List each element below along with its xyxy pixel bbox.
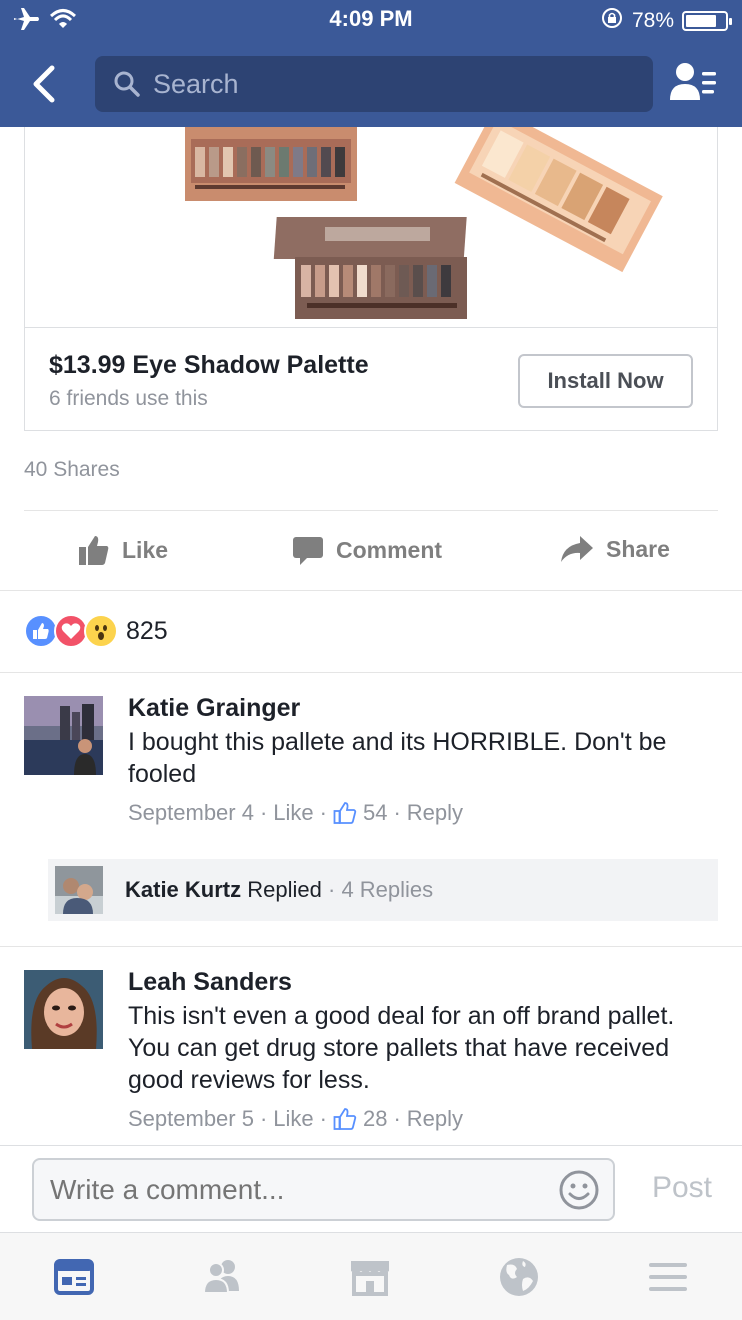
top-bar: 4:09 PM 78% Search (0, 0, 742, 127)
hamburger-menu-icon (649, 1263, 687, 1291)
comment-composer: Post (0, 1145, 742, 1233)
avatar[interactable] (24, 970, 103, 1049)
separator-dot: · (393, 800, 401, 825)
comment-reply-link[interactable]: Reply (407, 800, 463, 826)
comment-text: This isn't even a good deal for an off b… (128, 1002, 675, 1094)
friend-requests-button[interactable] (668, 60, 720, 106)
chevron-left-icon (33, 65, 55, 103)
thumbs-up-icon (79, 536, 109, 565)
marketplace-icon (351, 1261, 389, 1296)
reply-action: Replied (247, 877, 322, 902)
post-actions: Like Comment Share (0, 512, 742, 590)
commenter-name[interactable]: Katie Grainger (128, 694, 300, 723)
divider (0, 590, 742, 591)
separator-dot: · (319, 1106, 327, 1131)
bottom-tab-bar (0, 1233, 742, 1320)
comment-item: Leah Sanders This isn't even a good deal… (24, 968, 718, 1144)
tab-marketplace[interactable] (348, 1255, 392, 1299)
tab-friends[interactable] (200, 1255, 244, 1299)
comment-label: Comment (336, 536, 443, 563)
ad-subtitle: 6 friends use this (49, 387, 208, 410)
share-button[interactable]: Share (560, 534, 670, 564)
rotation-lock-icon (600, 6, 624, 36)
thumbs-up-outline-icon (333, 802, 357, 824)
sponsored-ad-card[interactable]: $13.99 Eye Shadow Palette 6 friends use … (24, 127, 718, 431)
smiley-icon (559, 1170, 599, 1210)
divider (24, 510, 718, 511)
comment-like-link[interactable]: Like (273, 1106, 313, 1132)
comment-item: Katie Grainger I bought this pallete and… (24, 694, 718, 834)
love-reaction-icon (54, 614, 88, 648)
friend-requests-icon (670, 63, 716, 100)
comment-text: I bought this pallete and its HORRIBLE. … (128, 728, 667, 788)
product-image[interactable] (25, 127, 717, 328)
divider (0, 946, 742, 947)
wow-reaction-icon (84, 614, 118, 648)
sticker-button[interactable] (558, 1169, 600, 1211)
battery-fill (686, 15, 716, 27)
tab-notifications[interactable] (497, 1255, 541, 1299)
eyeshadow-palettes-image (185, 127, 663, 319)
comment-like-count[interactable]: 54 (363, 800, 387, 826)
ad-title[interactable]: $13.99 Eye Shadow Palette (49, 351, 369, 380)
share-label: Share (606, 535, 670, 562)
comment-meta: September 5 · Like · 28 · Reply (128, 1106, 463, 1132)
ad-info: $13.99 Eye Shadow Palette 6 friends use … (25, 329, 717, 430)
comment-date[interactable]: September 5 (128, 1106, 254, 1132)
avatar[interactable] (24, 696, 103, 775)
divider (0, 672, 742, 673)
status-bar: 4:09 PM 78% (0, 0, 742, 40)
reply-count[interactable]: 4 Replies (341, 877, 433, 902)
reply-thread-row[interactable]: Katie Kurtz Replied · 4 Replies (48, 859, 718, 921)
globe-icon (500, 1258, 538, 1296)
status-right: 78% (600, 6, 732, 36)
separator-dot: · (393, 1106, 401, 1131)
share-arrow-icon (561, 536, 593, 562)
reply-summary: Katie Kurtz Replied · 4 Replies (125, 877, 433, 903)
replier-name[interactable]: Katie Kurtz (125, 877, 241, 902)
shares-count[interactable]: 40 Shares (24, 458, 120, 482)
install-now-button[interactable]: Install Now (518, 354, 693, 408)
search-placeholder: Search (153, 68, 239, 99)
thumbs-up-outline-icon (333, 1108, 357, 1130)
tab-menu[interactable] (646, 1255, 690, 1299)
comment-like-link[interactable]: Like (273, 800, 313, 826)
tab-news-feed[interactable] (52, 1255, 96, 1299)
avatar (55, 866, 103, 914)
reaction-count: 825 (126, 616, 168, 645)
commenter-name[interactable]: Leah Sanders (128, 968, 292, 997)
like-button[interactable]: Like (78, 534, 168, 566)
post-button[interactable]: Post (652, 1171, 712, 1205)
comment-like-count[interactable]: 28 (363, 1106, 387, 1132)
news-feed-icon (54, 1259, 94, 1295)
search-input[interactable]: Search (95, 56, 653, 112)
reactions-summary[interactable]: 825 (24, 612, 168, 650)
battery-icon (682, 11, 732, 31)
like-reaction-icon (24, 614, 58, 648)
comment-meta: September 4 · Like · 54 · Reply (128, 800, 463, 826)
like-label: Like (122, 536, 169, 563)
search-icon (113, 70, 141, 98)
comment-input[interactable] (32, 1158, 615, 1221)
separator-dot: · (327, 877, 336, 902)
separator-dot: · (259, 800, 268, 825)
comment-reply-link[interactable]: Reply (407, 1106, 463, 1132)
friends-icon (202, 1260, 239, 1294)
back-button[interactable] (28, 62, 68, 106)
battery-percent: 78% (631, 9, 674, 32)
separator-dot: · (259, 1106, 268, 1131)
comment-icon (293, 537, 323, 565)
comment-date[interactable]: September 4 (128, 800, 254, 826)
comment-button[interactable]: Comment (292, 534, 442, 566)
separator-dot: · (319, 800, 327, 825)
